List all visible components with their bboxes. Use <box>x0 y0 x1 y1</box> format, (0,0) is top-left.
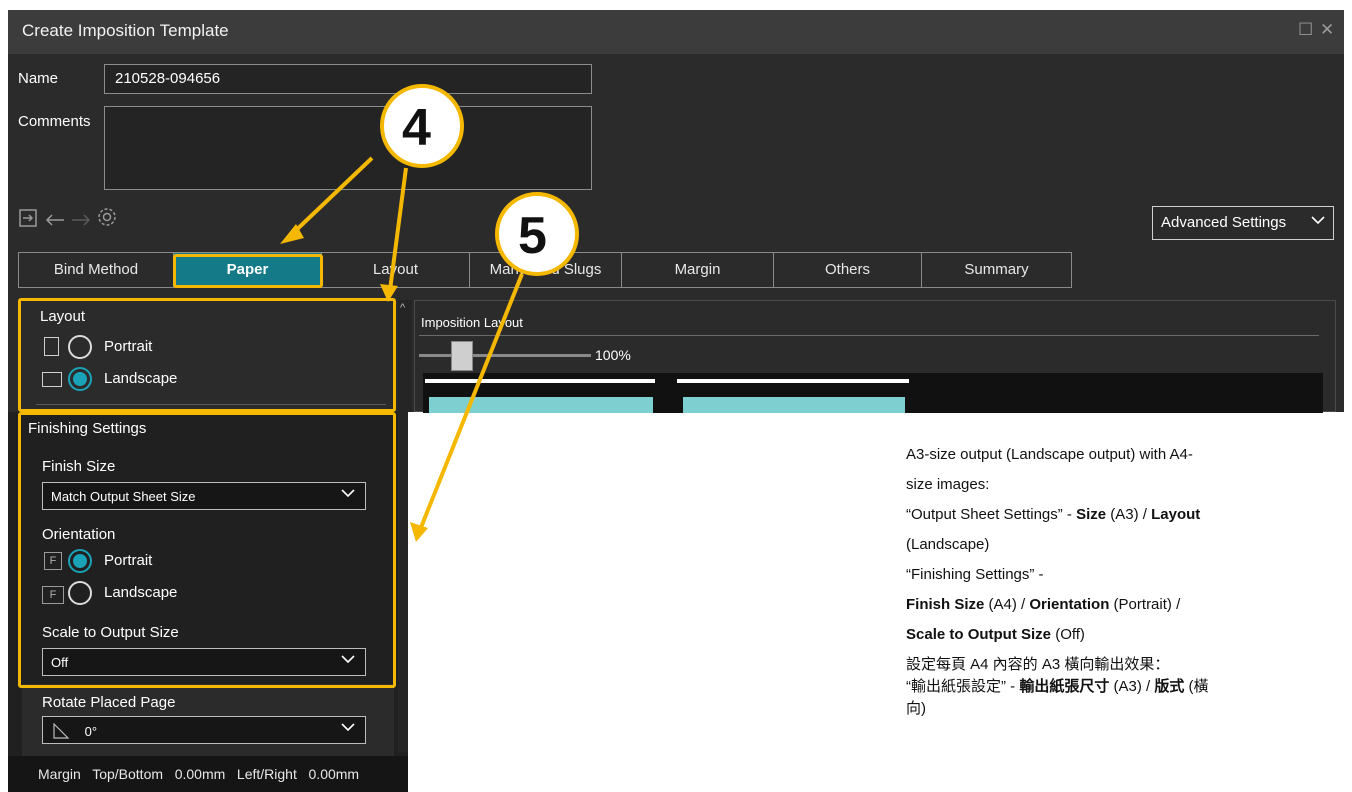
note-line-zh: 向) <box>906 700 926 717</box>
note-line-zh: “輸出紙張設定” - 輸出紙張尺寸 (A3) / 版式 (橫 <box>906 678 1209 695</box>
note-line: Scale to Output Size (Off) <box>906 626 1085 643</box>
note-line: A3-size output (Landscape output) with A… <box>906 446 1193 463</box>
explanation-notes: A3-size output (Landscape output) with A… <box>906 440 1346 720</box>
note-line: size images: <box>906 476 990 493</box>
note-line: “Finishing Settings” - <box>906 566 1044 583</box>
note-line: “Output Sheet Settings” - Size (A3) / La… <box>906 506 1201 523</box>
note-line: Finish Size (A4) / Orientation (Portrait… <box>906 596 1181 613</box>
note-line: (Landscape) <box>906 536 990 553</box>
step-5-callout: 5 <box>518 207 547 265</box>
note-line-zh: 設定每頁 A4 內容的 A3 橫向輸出效果： <box>906 656 1170 673</box>
step-4-callout: 4 <box>402 99 431 157</box>
